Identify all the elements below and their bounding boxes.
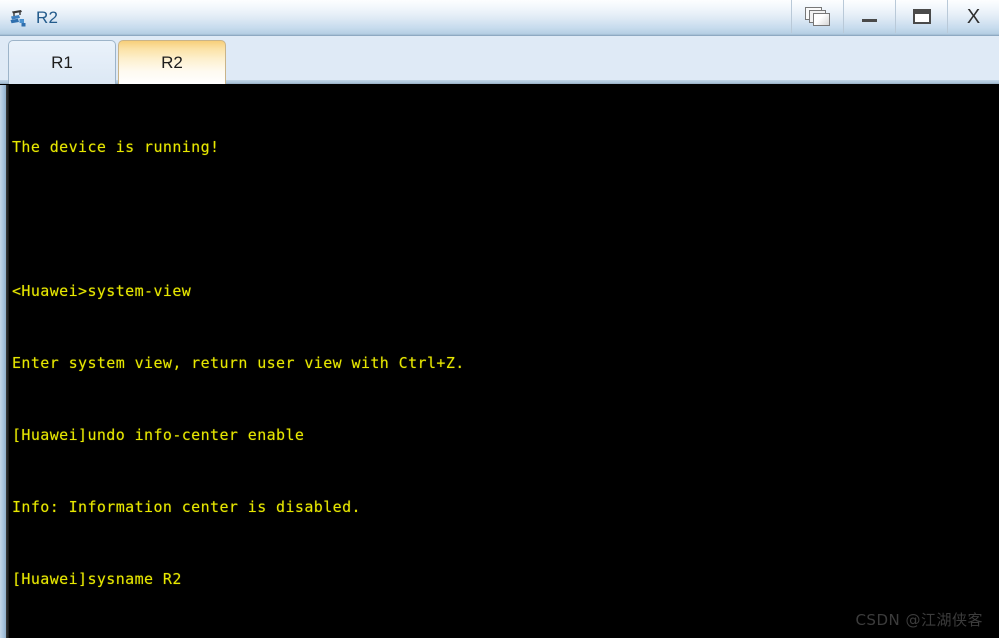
terminal-line: The device is running! [12,138,220,156]
router-cli-window: R2 X R1 R2 The device is running! <Huawe… [0,0,999,638]
cascade-icon [804,6,831,27]
tab-strip: R1 R2 [0,36,999,84]
window-title: R2 [36,7,59,27]
maximize-icon [912,9,931,24]
title-bar-left: R2 [8,0,58,36]
terminal-line: Info: Information center is disabled. [12,498,361,516]
terminal-panel[interactable]: The device is running! <Huawei>system-vi… [0,85,999,638]
tab-r2-label: R2 [161,52,183,72]
tab-r2[interactable]: R2 [118,40,226,84]
close-button[interactable]: X [947,0,999,33]
router-icon [10,10,26,27]
title-bar: R2 X [0,0,999,36]
terminal-line: Enter system view, return user view with… [12,354,465,372]
tab-r1-label: R1 [51,52,73,72]
close-icon: X [966,5,981,28]
minimize-button[interactable] [843,0,895,33]
watermark: CSDN @江湖侠客 [855,611,983,629]
terminal-output: The device is running! <Huawei>system-vi… [12,87,992,638]
left-edge-shadow [6,85,9,638]
tab-r1[interactable]: R1 [8,40,116,84]
maximize-button[interactable] [895,0,947,33]
minimize-icon [862,19,877,22]
terminal-line: <Huawei>system-view [12,282,192,300]
cascade-windows-button[interactable] [791,0,843,33]
window-controls: X [791,0,999,33]
terminal-line: [Huawei]sysname R2 [12,570,182,588]
terminal-line: [Huawei]undo info-center enable [12,426,305,444]
